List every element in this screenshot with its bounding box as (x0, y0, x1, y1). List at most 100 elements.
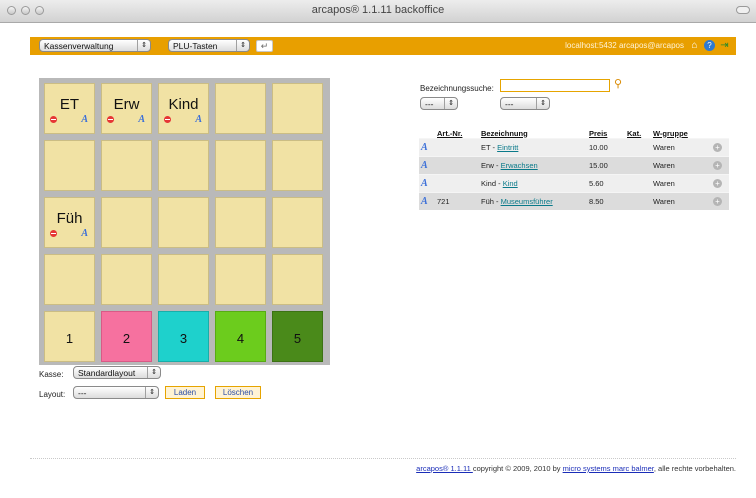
edit-icon[interactable]: A (81, 228, 88, 239)
app-window: arcapos® 1.1.11 backoffice Kassenverwalt… (0, 0, 756, 498)
column-header-kat[interactable]: Kat. (625, 128, 651, 139)
plu-key-empty[interactable] (158, 254, 209, 305)
page-key-label: 1 (65, 331, 74, 346)
column-header-preis[interactable]: Preis (587, 128, 625, 139)
plu-key-empty[interactable] (215, 140, 266, 191)
kasse-select[interactable]: Standardlayout ⇕ (73, 366, 161, 379)
plu-key-empty[interactable] (101, 197, 152, 248)
filter-select-1[interactable]: --- ⇕ (420, 97, 458, 110)
layout-select-value: --- (78, 388, 87, 398)
remove-icon[interactable] (164, 116, 171, 123)
price-cell: 10.00 (587, 138, 625, 157)
kat-cell (625, 174, 651, 193)
kasse-select-value: Standardlayout (78, 368, 136, 378)
page-key-4[interactable]: 4 (215, 311, 266, 362)
column-header-artnr[interactable]: Art.-Nr. (435, 128, 479, 139)
section-select[interactable]: Kassenverwaltung ⇕ (39, 39, 151, 52)
group-cell: Waren (651, 156, 711, 175)
add-icon[interactable]: + (713, 197, 722, 206)
home-icon[interactable]: ⌂ (689, 40, 700, 51)
help-icon[interactable]: ? (704, 40, 715, 51)
plu-key-empty[interactable] (215, 254, 266, 305)
chevron-updown-icon: ⇕ (536, 98, 549, 109)
edit-icon[interactable]: A (81, 114, 88, 125)
edit-icon[interactable]: A (421, 178, 428, 189)
plu-key-empty[interactable] (101, 140, 152, 191)
prefix-text: ET - (481, 143, 498, 152)
kat-cell (625, 138, 651, 157)
plu-key-empty[interactable] (158, 197, 209, 248)
plu-key[interactable]: Erw A (101, 83, 152, 134)
table-row: A Kind - Kind 5.60 Waren + (419, 174, 729, 193)
server-connection: localhost:5432 arcapos@arcapos (565, 41, 684, 50)
subsection-select[interactable]: PLU-Tasten ⇕ (168, 39, 250, 52)
plu-key-label: ET (59, 96, 80, 113)
edit-icon[interactable]: A (421, 160, 428, 171)
chevron-updown-icon: ⇕ (137, 40, 150, 51)
articles-table: Art.-Nr. Bezeichnung Preis Kat. W-gruppe… (419, 128, 729, 210)
plu-key-empty[interactable] (272, 83, 323, 134)
chevron-updown-icon: ⇕ (236, 40, 249, 51)
plu-key-empty[interactable] (272, 140, 323, 191)
prefix-text: Kind - (481, 179, 503, 188)
enter-icon: ↵ (260, 41, 269, 51)
plu-key-empty[interactable] (215, 83, 266, 134)
plu-key-grid: ET A Erw A Kind A Füh A 1 2 3 4 5 (39, 78, 330, 365)
plu-key-empty[interactable] (44, 140, 95, 191)
table-header-row: Art.-Nr. Bezeichnung Preis Kat. W-gruppe (419, 128, 729, 139)
chevron-updown-icon: ⇕ (444, 98, 457, 109)
exit-icon[interactable]: ⇥ (719, 40, 730, 51)
add-icon[interactable]: + (713, 179, 722, 188)
page-key-3[interactable]: 3 (158, 311, 209, 362)
delete-button[interactable]: Löschen (215, 386, 261, 399)
plu-key-empty[interactable] (44, 254, 95, 305)
plu-key-label: Füh (56, 210, 83, 227)
article-link[interactable]: Eintritt (497, 143, 518, 152)
go-button[interactable]: ↵ (256, 40, 273, 52)
edit-icon[interactable]: A (421, 142, 428, 153)
plu-key[interactable]: ET A (44, 83, 95, 134)
plu-key-label: Erw (113, 96, 140, 113)
page-key-2[interactable]: 2 (101, 311, 152, 362)
plu-key[interactable]: Kind A (158, 83, 209, 134)
search-input[interactable] (500, 79, 610, 92)
edit-icon[interactable]: A (195, 114, 202, 125)
search-icon[interactable]: ⚲ (614, 77, 622, 90)
plu-key-empty[interactable] (215, 197, 266, 248)
page-key-label: 5 (293, 331, 302, 346)
chevron-updown-icon: ⇕ (147, 367, 160, 378)
copyright-text: copyright © 2009, 2010 by (472, 464, 563, 473)
plu-key-empty[interactable] (272, 197, 323, 248)
plu-key-empty[interactable] (272, 254, 323, 305)
toolbar-toggle-button[interactable] (736, 6, 750, 14)
load-button[interactable]: Laden (165, 386, 205, 399)
add-icon[interactable]: + (713, 143, 722, 152)
page-key-label: 4 (236, 331, 245, 346)
kasse-label: Kasse: (39, 370, 64, 379)
article-link[interactable]: Kind (503, 179, 518, 188)
kat-cell (625, 192, 651, 210)
plu-key-empty[interactable] (101, 254, 152, 305)
column-header-wgruppe[interactable]: W-gruppe (651, 128, 711, 139)
page-key-1[interactable]: 1 (44, 311, 95, 362)
author-link[interactable]: micro systems marc balmer (563, 464, 654, 473)
artnr-cell: 721 (435, 192, 479, 210)
remove-icon[interactable] (50, 230, 57, 237)
article-link[interactable]: Erwachsen (501, 161, 538, 170)
plu-key-empty[interactable] (158, 140, 209, 191)
plu-key[interactable]: Füh A (44, 197, 95, 248)
add-icon[interactable]: + (713, 161, 722, 170)
rights-text: , alle rechte vorbehalten. (653, 464, 736, 473)
filter-select-2[interactable]: --- ⇕ (500, 97, 550, 110)
edit-column-header (419, 128, 435, 139)
column-header-bezeichnung[interactable]: Bezeichnung (479, 128, 587, 139)
page-key-5[interactable]: 5 (272, 311, 323, 362)
remove-icon[interactable] (107, 116, 114, 123)
layout-select[interactable]: --- ⇕ (73, 386, 159, 399)
article-link[interactable]: Museumsführer (501, 197, 553, 206)
edit-icon[interactable]: A (421, 196, 428, 207)
remove-icon[interactable] (50, 116, 57, 123)
window-title: arcapos® 1.1.11 backoffice (311, 4, 445, 16)
version-link[interactable]: arcapos® 1.1.11 (416, 464, 473, 473)
edit-icon[interactable]: A (138, 114, 145, 125)
